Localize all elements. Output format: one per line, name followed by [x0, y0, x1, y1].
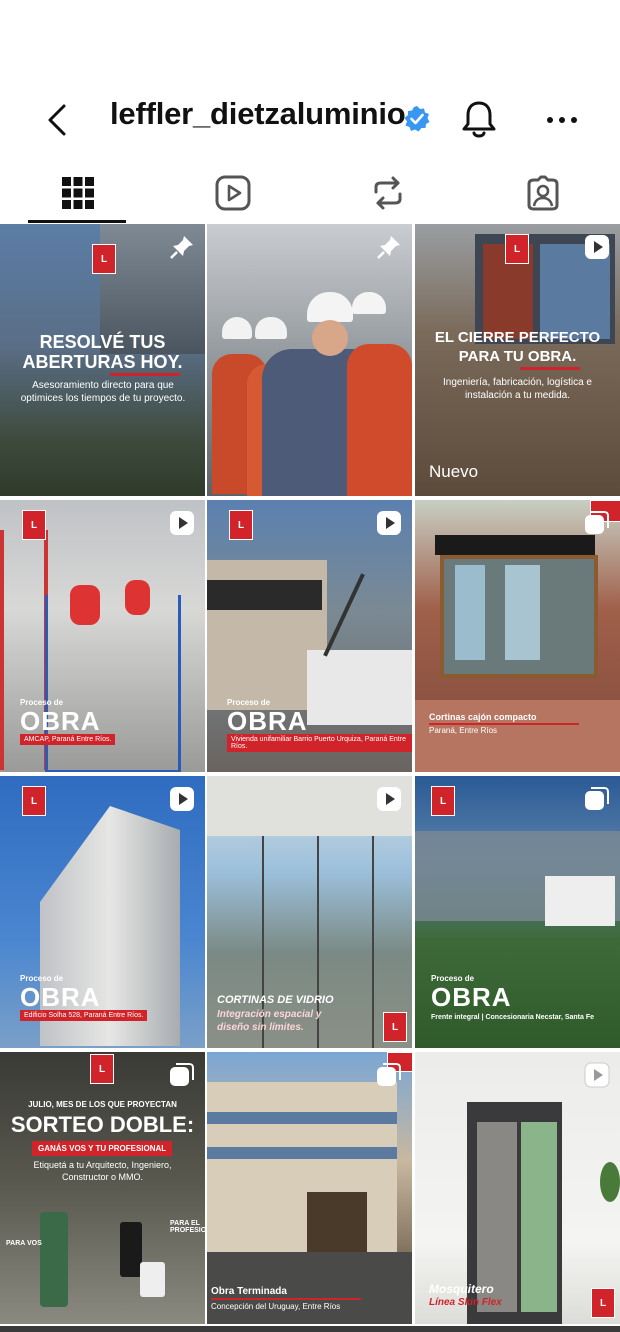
post-headline: SORTEO DOBLE:: [10, 1112, 195, 1137]
post-tag: PARA VOS: [6, 1240, 42, 1247]
pin-icon: [170, 236, 193, 259]
brand-logo: L: [591, 1288, 615, 1318]
post-caption: AMCAP, Paraná Entre Ríos.: [20, 734, 116, 745]
post-headline: RESOLVÉ TUS: [39, 332, 166, 352]
reel-icon: [377, 787, 401, 811]
more-options-icon[interactable]: [545, 110, 579, 130]
post-tile[interactable]: L EL CIERRE PERFECTO PARA TU OBRA. Ingen…: [415, 224, 620, 496]
post-tile[interactable]: L Proceso de OBRA Frente integral | Conc…: [415, 776, 620, 1048]
post-caption: Vivienda unifamiliar Barrio Puerto Urqui…: [227, 734, 412, 752]
brand-logo: L: [229, 510, 253, 540]
post-tag: PARA EL PROFESIONAL: [170, 1220, 205, 1234]
post-tile[interactable]: L Proceso de OBRA Vivienda unifamiliar B…: [207, 500, 412, 772]
brand-logo: L: [92, 244, 116, 274]
brand-logo: L: [90, 1054, 114, 1084]
carousel-icon: [585, 787, 609, 810]
brand-logo: L: [431, 786, 455, 816]
reels-play-icon: [215, 175, 250, 210]
carousel-icon: [585, 511, 609, 534]
post-tile[interactable]: Mosquitero Línea Skin Flex L: [415, 1052, 620, 1324]
new-label: Nuevo: [429, 462, 479, 481]
post-headline: Mosquitero: [429, 1282, 494, 1296]
post-headline: ABERTURAS HOY.: [22, 352, 183, 372]
post-subtext: diseño sin límites.: [217, 1022, 304, 1033]
active-tab-indicator: [28, 220, 126, 223]
reel-icon: [170, 511, 194, 535]
reel-icon: [377, 511, 401, 535]
post-subtext: Asesoramiento directo para que optimices…: [20, 380, 186, 404]
post-headline: CORTINAS DE VIDRIO: [217, 994, 334, 1006]
reel-icon: [584, 1062, 610, 1088]
profile-username: leffler_dietzaluminio: [110, 96, 406, 131]
post-headline: EL CIERRE PERFECTO: [434, 329, 601, 346]
next-row-hint: [0, 1326, 620, 1332]
brand-logo: L: [22, 510, 46, 540]
verified-badge-icon: [404, 106, 430, 132]
tab-tagged[interactable]: [465, 165, 620, 220]
brand-logo: L: [22, 786, 46, 816]
repost-icon: [374, 176, 401, 209]
post-tile[interactable]: L JULIO, MES DE LOS QUE PROYECTAN SORTEO…: [0, 1052, 205, 1324]
brand-logo: L: [505, 234, 529, 264]
pin-icon: [377, 236, 400, 259]
post-tile[interactable]: L Proceso de OBRA AMCAP, Paraná Entre Rí…: [0, 500, 205, 772]
post-tile[interactable]: L Proceso de OBRA Edificio Solha 528, Pa…: [0, 776, 205, 1048]
carousel-icon: [170, 1063, 194, 1086]
post-pill: GANÁS VOS Y TU PROFESIONAL: [32, 1141, 173, 1156]
post-caption: Frente integral | Concesionaria Necstar,…: [431, 1014, 595, 1021]
post-headline: OBRA: [227, 706, 308, 736]
grid-icon: [61, 176, 94, 209]
reel-icon: [585, 235, 609, 259]
tab-reposts[interactable]: [310, 165, 465, 220]
carousel-icon: [377, 1063, 401, 1086]
tab-reels[interactable]: [155, 165, 310, 220]
post-caption: Edificio Solha 528, Paraná Entre Ríos.: [20, 1010, 148, 1021]
post-headline: PARA TU OBRA.: [458, 348, 577, 365]
reel-icon: [170, 787, 194, 811]
post-headline: OBRA: [20, 982, 101, 1012]
brand-logo: L: [383, 1012, 407, 1042]
post-headline: Cortinas cajón compacto: [429, 712, 537, 722]
post-headline: Obra Terminada: [211, 1286, 287, 1297]
post-tile[interactable]: [207, 224, 412, 496]
profile-header: leffler_dietzaluminio: [0, 90, 620, 150]
post-subtext: Línea Skin Flex: [429, 1297, 502, 1308]
post-tile[interactable]: Cortinas cajón compacto Paraná, Entre Rí…: [415, 500, 620, 772]
post-subtext: Paraná, Entre Ríos: [429, 726, 498, 735]
post-subtext: Concepción del Uruguay, Entre Ríos: [211, 1302, 341, 1311]
tab-grid[interactable]: [0, 165, 155, 220]
post-tile[interactable]: L RESOLVÉ TUS ABERTURAS HOY. Asesoramien…: [0, 224, 205, 496]
post-subtext: Ingeniería, fabricación, logística e ins…: [443, 377, 592, 401]
notification-bell-icon[interactable]: [460, 98, 498, 140]
tagged-person-icon: [527, 175, 558, 210]
back-arrow-icon[interactable]: [40, 100, 76, 140]
post-tile[interactable]: Obra Terminada Concepción del Uruguay, E…: [207, 1052, 412, 1324]
post-headline: OBRA: [431, 982, 512, 1012]
post-pretitle: JULIO, MES DE LOS QUE PROYECTAN: [28, 1100, 177, 1109]
post-subtext: Etiquetá a tu Arquitecto, Ingeniero, Con…: [33, 1160, 172, 1182]
post-subtext: Integración espacial y: [217, 1009, 322, 1020]
post-tile[interactable]: CORTINAS DE VIDRIO Integración espacial …: [207, 776, 412, 1048]
profile-tabs: [0, 165, 620, 225]
post-headline: OBRA: [20, 706, 101, 736]
